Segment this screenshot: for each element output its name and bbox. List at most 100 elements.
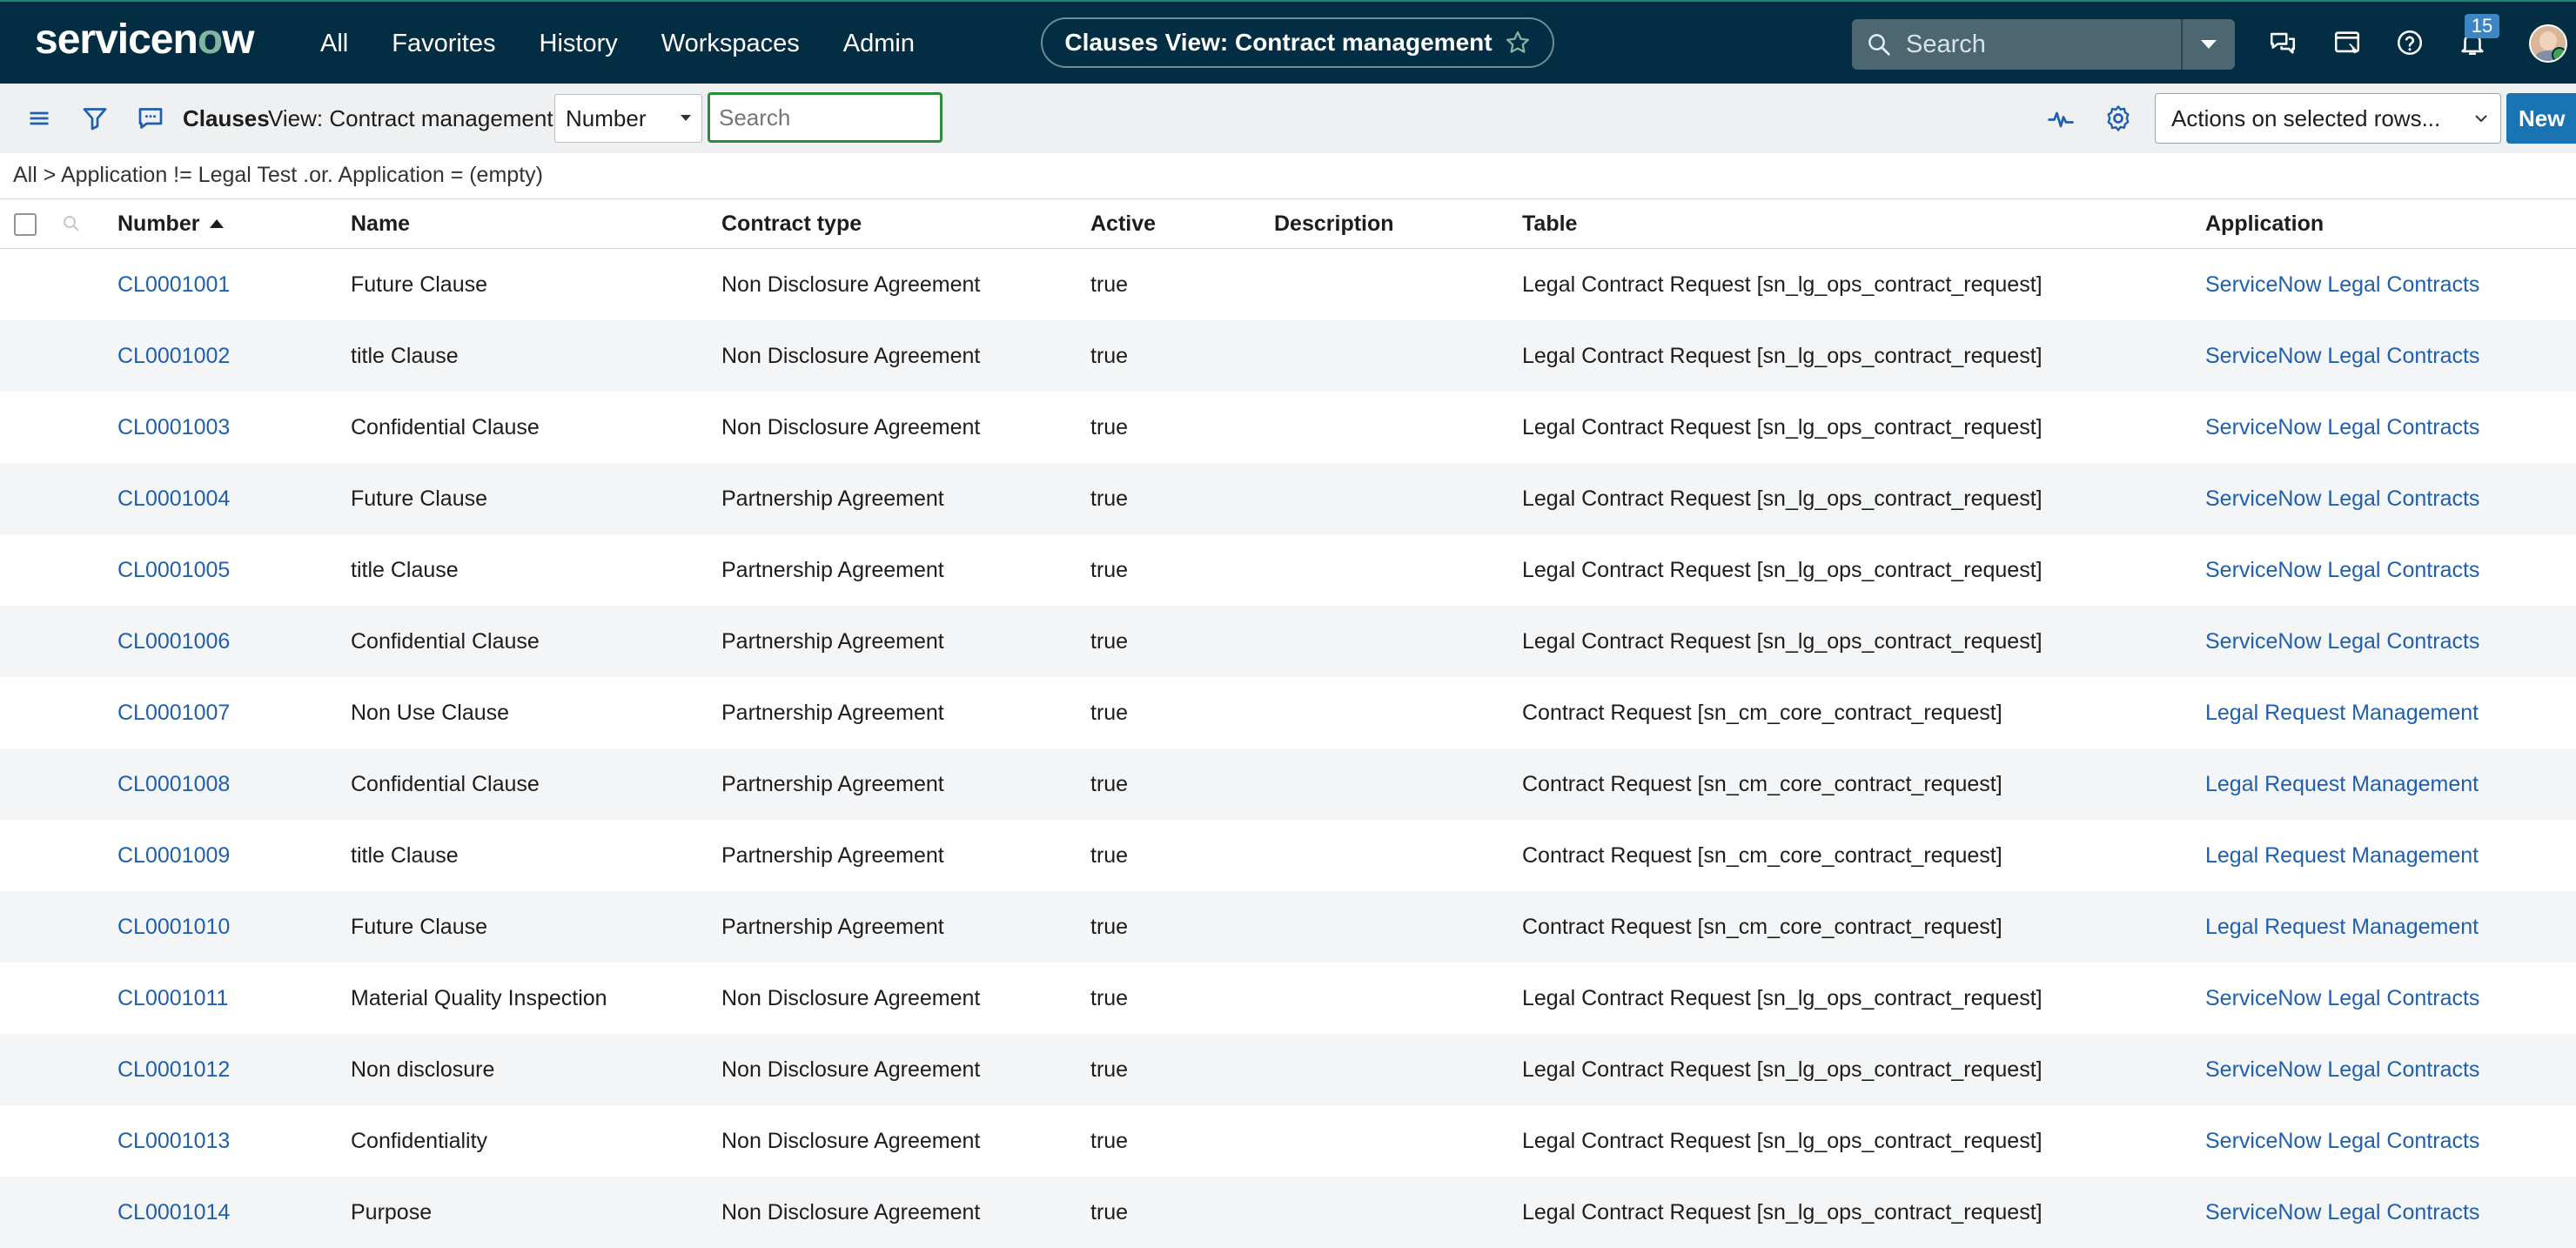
select-all-checkbox[interactable]	[14, 213, 37, 236]
cell-number-value[interactable]: CL0001008	[117, 772, 230, 797]
cell-name: Confidential Clause	[351, 606, 540, 677]
cell-application-value[interactable]: Legal Request Management	[2205, 843, 2479, 869]
cell-number-value[interactable]: CL0001007	[117, 701, 230, 726]
cell-application-value[interactable]: Legal Request Management	[2205, 701, 2479, 726]
avatar[interactable]	[2529, 24, 2567, 63]
cell-name: Non disclosure	[351, 1034, 494, 1105]
cell-application-value[interactable]: ServiceNow Legal Contracts	[2205, 486, 2479, 512]
table-row[interactable]: CL0001008 Confidential Clause Partnership …	[0, 748, 2576, 820]
table-row[interactable]: CL0001013 Confidentiality Non Disclosure A…	[0, 1105, 2576, 1177]
cell-active-value: true	[1090, 700, 1129, 725]
cell-active: true	[1090, 534, 1128, 606]
breadcrumb-filter[interactable]: Application != Legal Test .or. Applicati…	[61, 163, 543, 187]
cell-application-value[interactable]: ServiceNow Legal Contracts	[2205, 272, 2479, 298]
table-row[interactable]: CL0001012 Non disclosure Non Disclosure Ag…	[0, 1034, 2576, 1105]
cell-application-value[interactable]: ServiceNow Legal Contracts	[2205, 1200, 2479, 1225]
cell-number-value[interactable]: CL0001003	[117, 415, 230, 440]
cell-name-value: Confidential Clause	[351, 414, 540, 439]
cell-application-value[interactable]: Legal Request Management	[2205, 772, 2479, 797]
workspace-icon[interactable]	[2332, 28, 2362, 57]
cell-number-value[interactable]: CL0001009	[117, 843, 230, 869]
chat-bubble-icon[interactable]	[135, 103, 166, 134]
table-row[interactable]: CL0001010 Future Clause Partnership Agreem…	[0, 891, 2576, 963]
column-header-active[interactable]: Active	[1090, 199, 1156, 248]
cell-number-value[interactable]: CL0001014	[117, 1200, 230, 1225]
cell-number-value[interactable]: CL0001004	[117, 486, 230, 512]
cell-active-value: true	[1090, 985, 1129, 1010]
cell-application-value[interactable]: ServiceNow Legal Contracts	[2205, 344, 2479, 369]
cell-application-value[interactable]: ServiceNow Legal Contracts	[2205, 629, 2479, 654]
new-button[interactable]: New	[2506, 93, 2576, 144]
cell-application-value[interactable]: ServiceNow Legal Contracts	[2205, 1057, 2479, 1083]
table-row[interactable]: CL0001009 title Clause Partnership Agreeme…	[0, 820, 2576, 891]
cell-application-value[interactable]: ServiceNow Legal Contracts	[2205, 558, 2479, 583]
global-search[interactable]: Search	[1852, 19, 2235, 70]
table-row[interactable]: CL0001014 Purpose Non Disclosure Agreement…	[0, 1177, 2576, 1248]
column-header-description[interactable]: Description	[1274, 199, 1394, 248]
cell-name-value: Future Clause	[351, 486, 488, 511]
column-header-table[interactable]: Table	[1522, 199, 1577, 248]
cell-number-value[interactable]: CL0001002	[117, 344, 230, 369]
nav-item-admin[interactable]: Admin	[843, 30, 915, 58]
column-header-contract-type[interactable]: Contract type	[721, 199, 862, 248]
search-icon	[1868, 34, 1890, 56]
filter-icon[interactable]	[79, 103, 111, 134]
star-icon[interactable]	[1505, 30, 1531, 56]
nav-item-favorites[interactable]: Favorites	[392, 30, 495, 58]
cell-application: Legal Request Management	[2205, 820, 2479, 891]
cell-application-value[interactable]: ServiceNow Legal Contracts	[2205, 415, 2479, 440]
cell-application-value[interactable]: ServiceNow Legal Contracts	[2205, 1129, 2479, 1154]
cell-number-value[interactable]: CL0001011	[117, 986, 228, 1011]
cell-number-value[interactable]: CL0001001	[117, 272, 230, 298]
cell-active: true	[1090, 891, 1128, 963]
nav-item-all[interactable]: All	[320, 30, 348, 58]
hamburger-menu-icon[interactable]	[23, 103, 55, 134]
cell-number-value[interactable]: CL0001005	[117, 558, 230, 583]
actions-on-selected-rows-select[interactable]: Actions on selected rows...	[2155, 93, 2501, 144]
list-search-input[interactable]	[708, 92, 943, 143]
context-title-pill[interactable]: Clauses View: Contract management	[1041, 17, 1554, 68]
cell-name-value: Non Use Clause	[351, 700, 510, 725]
table-row[interactable]: CL0001006 Confidential Clause Partnership …	[0, 606, 2576, 677]
search-field-select[interactable]: Number	[554, 94, 702, 143]
servicenow-logo[interactable]: servicenow	[35, 14, 254, 66]
cell-application: ServiceNow Legal Contracts	[2205, 963, 2479, 1034]
cell-application-value[interactable]: Legal Request Management	[2205, 915, 2479, 940]
column-header-number[interactable]: Number	[117, 199, 225, 248]
breadcrumb-all[interactable]: All	[13, 163, 37, 187]
table-row[interactable]: CL0001004 Future Clause Partnership Agreem…	[0, 463, 2576, 534]
gear-icon[interactable]	[2103, 103, 2134, 134]
nav-item-history[interactable]: History	[540, 30, 618, 58]
activity-icon[interactable]	[2045, 103, 2076, 134]
cell-application-value[interactable]: ServiceNow Legal Contracts	[2205, 986, 2479, 1011]
search-scope-dropdown[interactable]	[2181, 19, 2235, 70]
table-row[interactable]: CL0001011 Material Quality Inspection Non …	[0, 963, 2576, 1034]
cell-active: true	[1090, 963, 1128, 1034]
cell-table-value: Legal Contract Request [sn_lg_ops_contra…	[1522, 343, 2043, 368]
table-row[interactable]: CL0001005 title Clause Partnership Agreeme…	[0, 534, 2576, 606]
column-header-name[interactable]: Name	[351, 199, 410, 248]
cell-name-value: Non disclosure	[351, 1057, 495, 1082]
cell-active-value: true	[1090, 486, 1129, 511]
cell-number: CL0001005	[117, 534, 230, 606]
list-title[interactable]: Clauses	[183, 84, 270, 153]
cell-active: true	[1090, 606, 1128, 677]
chat-icon[interactable]	[2268, 28, 2298, 57]
cell-number-value[interactable]: CL0001013	[117, 1129, 230, 1154]
cell-number: CL0001006	[117, 606, 230, 677]
cell-table-value: Legal Contract Request [sn_lg_ops_contra…	[1522, 985, 2043, 1010]
nav-item-workspaces[interactable]: Workspaces	[661, 30, 800, 58]
table-row[interactable]: CL0001001 Future Clause Non Disclosure Agr…	[0, 249, 2576, 320]
caret-down-icon	[681, 115, 691, 121]
cell-number-value[interactable]: CL0001010	[117, 915, 230, 940]
table-row[interactable]: CL0001003 Confidential Clause Non Disclosu…	[0, 392, 2576, 463]
help-icon[interactable]	[2395, 28, 2425, 57]
cell-number-value[interactable]: CL0001006	[117, 629, 230, 654]
table-row[interactable]: CL0001002 title Clause Non Disclosure Agre…	[0, 320, 2576, 392]
column-header-application[interactable]: Application	[2205, 199, 2324, 248]
table-row[interactable]: CL0001007 Non Use Clause Partnership Agree…	[0, 677, 2576, 748]
cell-active-value: true	[1090, 272, 1129, 297]
cell-name-value: Future Clause	[351, 914, 488, 939]
cell-number-value[interactable]: CL0001012	[117, 1057, 230, 1083]
column-search-icon[interactable]	[61, 213, 82, 234]
